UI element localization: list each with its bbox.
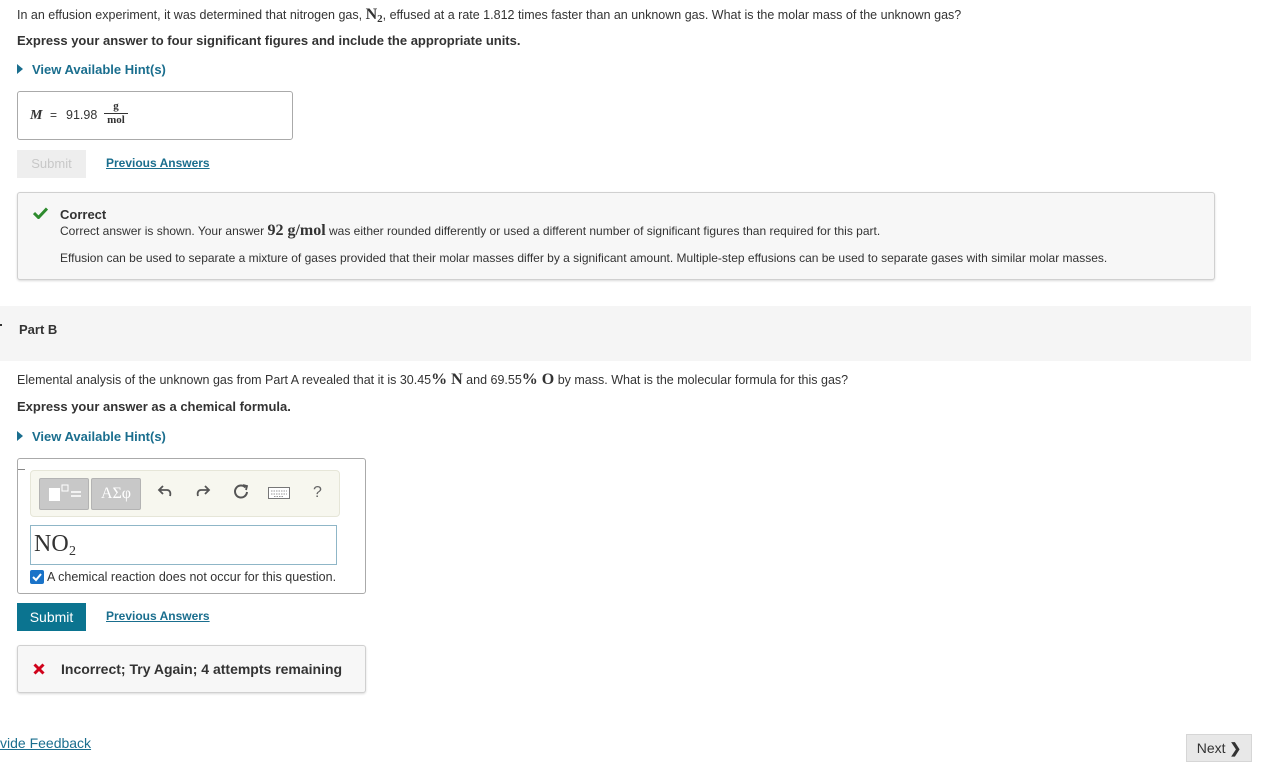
redo-icon[interactable] [193,483,213,504]
chevron-right-icon: ❯ [1229,740,1242,756]
percent-n: % N [431,371,463,388]
caret-right-icon [17,64,23,74]
part-b-hint-toggle[interactable]: View Available Hint(s) [17,429,166,444]
feedback-text: was either rounded differently or used a… [325,224,881,238]
part-b-header[interactable]: Part B [0,306,1251,361]
hint-label: View Available Hint(s) [32,62,166,77]
answer-variable: M [30,108,43,123]
template-icon [49,484,81,501]
formula-subscript: 2 [69,544,76,559]
formula-n2: N2 [365,6,383,25]
part-a-previous-answers-link[interactable]: Previous Answers [106,156,210,170]
checkbox-check-icon [32,573,42,582]
no-reaction-checkbox[interactable] [30,570,44,584]
unit-fraction: g mol [104,101,128,126]
reset-icon[interactable] [231,483,251,506]
part-a-submit-button[interactable]: Submit [17,150,86,178]
caret-right-icon [17,431,23,441]
unit-denominator: mol [104,113,128,126]
part-b-previous-answers-link[interactable]: Previous Answers [106,609,210,623]
percent-o: % O [521,371,555,388]
no-reaction-label: A chemical reaction does not occur for t… [47,570,337,584]
help-icon[interactable]: ? [313,484,322,502]
checkmark-icon [33,207,48,219]
next-label: Next [1196,740,1226,756]
template-button[interactable] [39,478,89,510]
greek-symbols-button[interactable]: ΑΣφ [91,478,141,510]
formula-main: NO [34,531,69,557]
part-a-answer-box[interactable]: M = 91.98 g mol [17,91,293,140]
feedback-line-1: Correct answer is shown. Your answer 92 … [60,222,880,240]
question-text: and 69.55 [462,373,522,387]
question-text: Elemental analysis of the unknown gas fr… [17,373,432,387]
feedback-line-2: Effusion can be used to separate a mixtu… [60,251,1108,265]
question-text: by mass. What is the molecular formula f… [554,373,849,387]
part-a-question: In an effusion experiment, it was determ… [17,6,961,25]
part-b-submit-button[interactable]: Submit [17,603,86,631]
equation-toolbar: ΑΣφ ? [30,470,340,517]
question-text: In an effusion experiment, it was determ… [17,8,366,22]
question-text: , effused at a rate 1.812 times faster t… [382,8,962,22]
answer-equals: = [50,108,58,122]
corner-mark [18,469,25,470]
next-button[interactable]: Next ❯ [1186,734,1252,762]
part-a-feedback: Correct Correct answer is shown. Your an… [17,192,1215,280]
collapse-icon [0,324,2,326]
feedback-answer-value: 92 g/mol [267,222,326,239]
part-b-title: Part B [19,322,58,337]
part-a-instruction: Express your answer to four significant … [17,33,521,48]
undo-icon[interactable] [155,483,175,504]
feedback-title: Correct [60,207,107,222]
answer-value: 91.98 [66,108,98,122]
part-b-answer-area: ΑΣφ ? NO 2 A chemical reaction does not o… [17,458,366,594]
hint-label: View Available Hint(s) [32,429,166,444]
formula-element: N [365,6,378,23]
x-icon [33,663,45,675]
keyboard-icon[interactable] [267,486,291,504]
unit-numerator: g [113,100,119,112]
feedback-incorrect-text: Incorrect; Try Again; 4 attempts remaini… [61,661,343,677]
part-b-question: Elemental analysis of the unknown gas fr… [17,371,848,389]
part-b-instruction: Express your answer as a chemical formul… [17,399,291,414]
provide-feedback-link[interactable]: vide Feedback [0,735,91,751]
part-b-feedback: Incorrect; Try Again; 4 attempts remaini… [17,645,366,693]
chemical-formula-input[interactable]: NO 2 [30,525,337,565]
feedback-text: Correct answer is shown. Your answer [60,224,268,238]
part-a-hint-toggle[interactable]: View Available Hint(s) [17,62,166,77]
